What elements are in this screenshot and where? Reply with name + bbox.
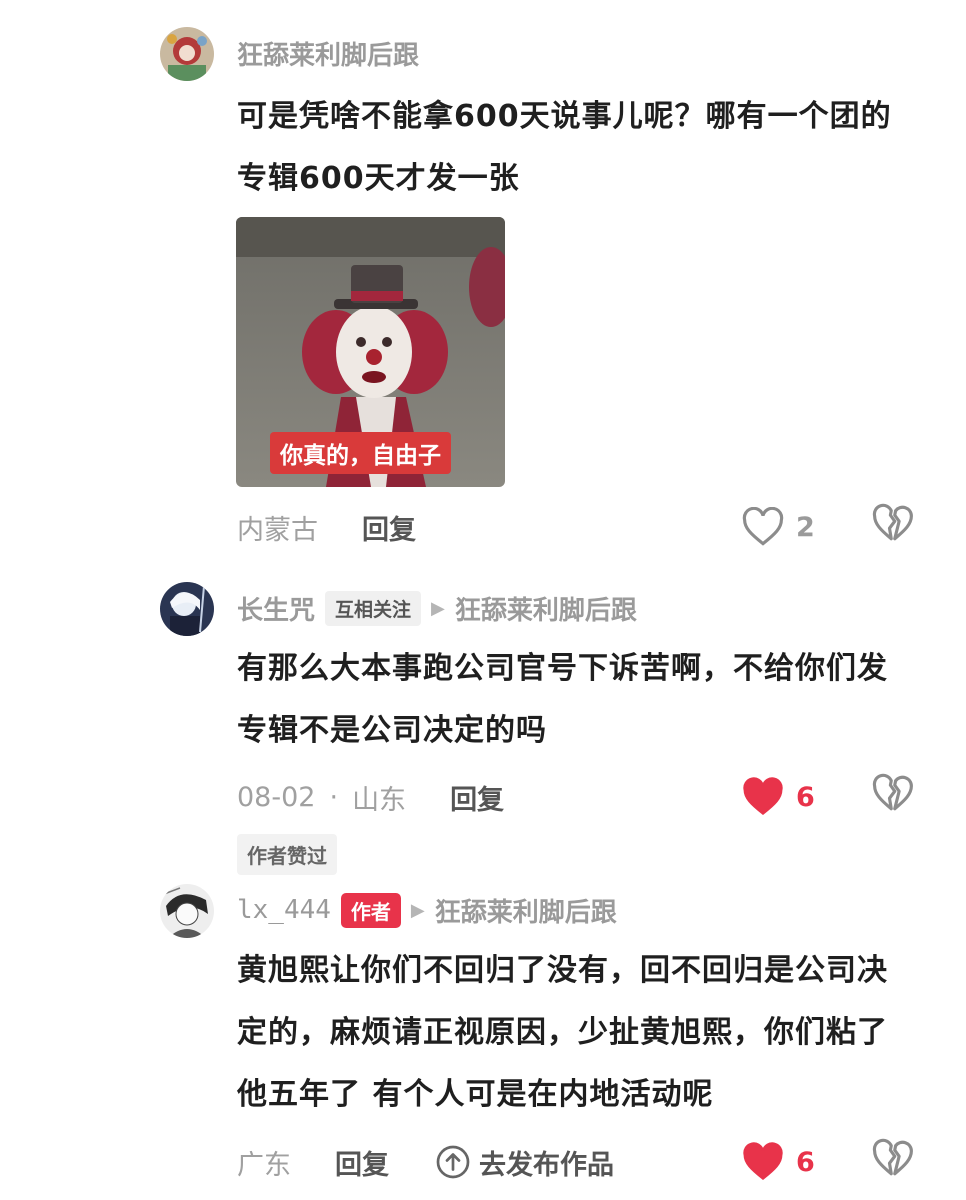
separator: · — [329, 781, 339, 813]
broken-heart-icon — [872, 1138, 913, 1176]
comment-meta: 广东 回复 去发布作品 — [237, 1140, 614, 1184]
location: 内蒙古 — [237, 514, 318, 546]
sticker-caption: 你真的，自由子 — [270, 432, 451, 474]
like-button[interactable]: 6 — [742, 1140, 815, 1184]
broken-heart-icon — [872, 773, 913, 811]
like-count: 6 — [796, 1146, 815, 1178]
avatar[interactable] — [160, 27, 214, 81]
username[interactable]: 长生咒 — [237, 590, 315, 627]
broken-heart-icon — [872, 503, 913, 541]
dislike-button[interactable] — [872, 1138, 916, 1182]
like-button[interactable]: 6 — [742, 775, 815, 819]
date: 08-02 — [237, 781, 316, 813]
publish-work-button[interactable]: 去发布作品 — [435, 1143, 614, 1182]
heart-icon — [743, 1142, 783, 1180]
publish-label: 去发布作品 — [479, 1149, 614, 1181]
comment-meta: 08-02 · 山东 回复 — [237, 775, 504, 819]
avatar[interactable] — [160, 582, 214, 636]
like-count: 6 — [796, 781, 815, 813]
comment-header: lx_444 作者 ▶ 狂舔莱利脚后跟 — [237, 890, 617, 930]
reply-button[interactable]: 回复 — [362, 508, 416, 547]
like-count: 2 — [796, 511, 815, 543]
comment-text: 有那么大本事跑公司官号下诉苦啊，不给你们发专辑不是公司决定的吗 — [237, 651, 888, 748]
heart-icon — [742, 507, 784, 546]
location: 山东 — [352, 784, 407, 816]
avatar[interactable] — [160, 884, 214, 938]
dislike-button[interactable] — [872, 773, 916, 817]
username[interactable]: 狂舔莱利脚后跟 — [237, 35, 419, 72]
author-badge: 作者 — [340, 892, 401, 928]
mutual-follow-badge: 互相关注 — [325, 590, 422, 626]
location: 广东 — [237, 1149, 291, 1181]
reply-to-username[interactable]: 狂舔莱利脚后跟 — [455, 590, 637, 627]
like-button[interactable]: 2 — [742, 505, 815, 549]
comment-text: 黄旭熙让你们不回归了没有，回不回归是公司决定的，麻烦请正视原因，少扯黄旭熙，你们… — [237, 953, 888, 1112]
sticker-image[interactable]: 你真的，自由子 — [236, 217, 505, 487]
comment-text: 可是凭啥不能拿600天说事儿呢？哪有一个团的专辑600天才发一张 — [237, 99, 892, 196]
comment-header: 狂舔莱利脚后跟 — [237, 33, 419, 73]
comment-meta: 内蒙古 回复 — [237, 505, 416, 549]
heart-icon — [743, 777, 783, 815]
dislike-button[interactable] — [872, 503, 916, 547]
reply-button[interactable]: 回复 — [450, 778, 504, 817]
triangle-right-icon: ▶ — [431, 597, 445, 619]
reply-button[interactable]: 回复 — [335, 1143, 389, 1182]
author-liked-badge: 作者赞过 — [237, 834, 337, 875]
comment-thread: 狂舔莱利脚后跟 可是凭啥不能拿600天说事儿呢？哪有一个团的专辑600天才发一张 — [0, 0, 966, 1200]
triangle-right-icon: ▶ — [410, 899, 425, 921]
comment-header: 长生咒 互相关注 ▶ 狂舔莱利脚后跟 — [237, 588, 637, 628]
reply-to-username[interactable]: 狂舔莱利脚后跟 — [435, 892, 617, 929]
arrow-up-circle-icon — [436, 1145, 470, 1179]
username[interactable]: lx_444 — [237, 895, 331, 925]
